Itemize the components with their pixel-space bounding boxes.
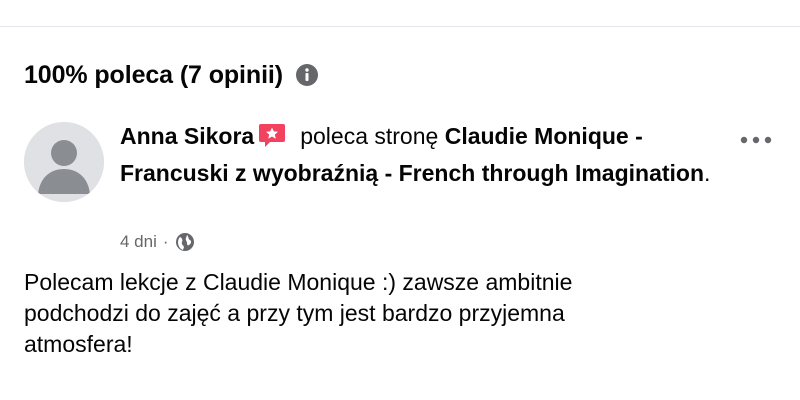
review-page: 100% poleca (7 opinii) Anna Sikora polec… [0,0,800,400]
author-name[interactable]: Anna Sikora [120,123,254,149]
top-divider [0,26,800,27]
review-meta: 4 dni · [120,230,195,254]
more-options-icon [738,132,774,150]
meta-separator: · [162,232,169,251]
avatar[interactable] [24,122,104,202]
summary-title: 100% poleca (7 opinii) [24,60,283,89]
recommends-text: poleca stronę [300,123,439,149]
globe-icon[interactable] [175,232,195,252]
recommendation-summary: 100% poleca (7 opinii) [24,58,319,92]
review-header: Anna Sikora poleca stronę Claudie Moniqu… [120,118,720,192]
info-icon[interactable] [295,63,319,87]
review-text: Polecam lekcje z Claudie Monique :) zaws… [24,269,573,357]
timestamp[interactable]: 4 dni [120,232,157,252]
star-badge-icon [258,121,286,149]
period: . [704,160,711,186]
more-options-button[interactable] [736,126,776,156]
